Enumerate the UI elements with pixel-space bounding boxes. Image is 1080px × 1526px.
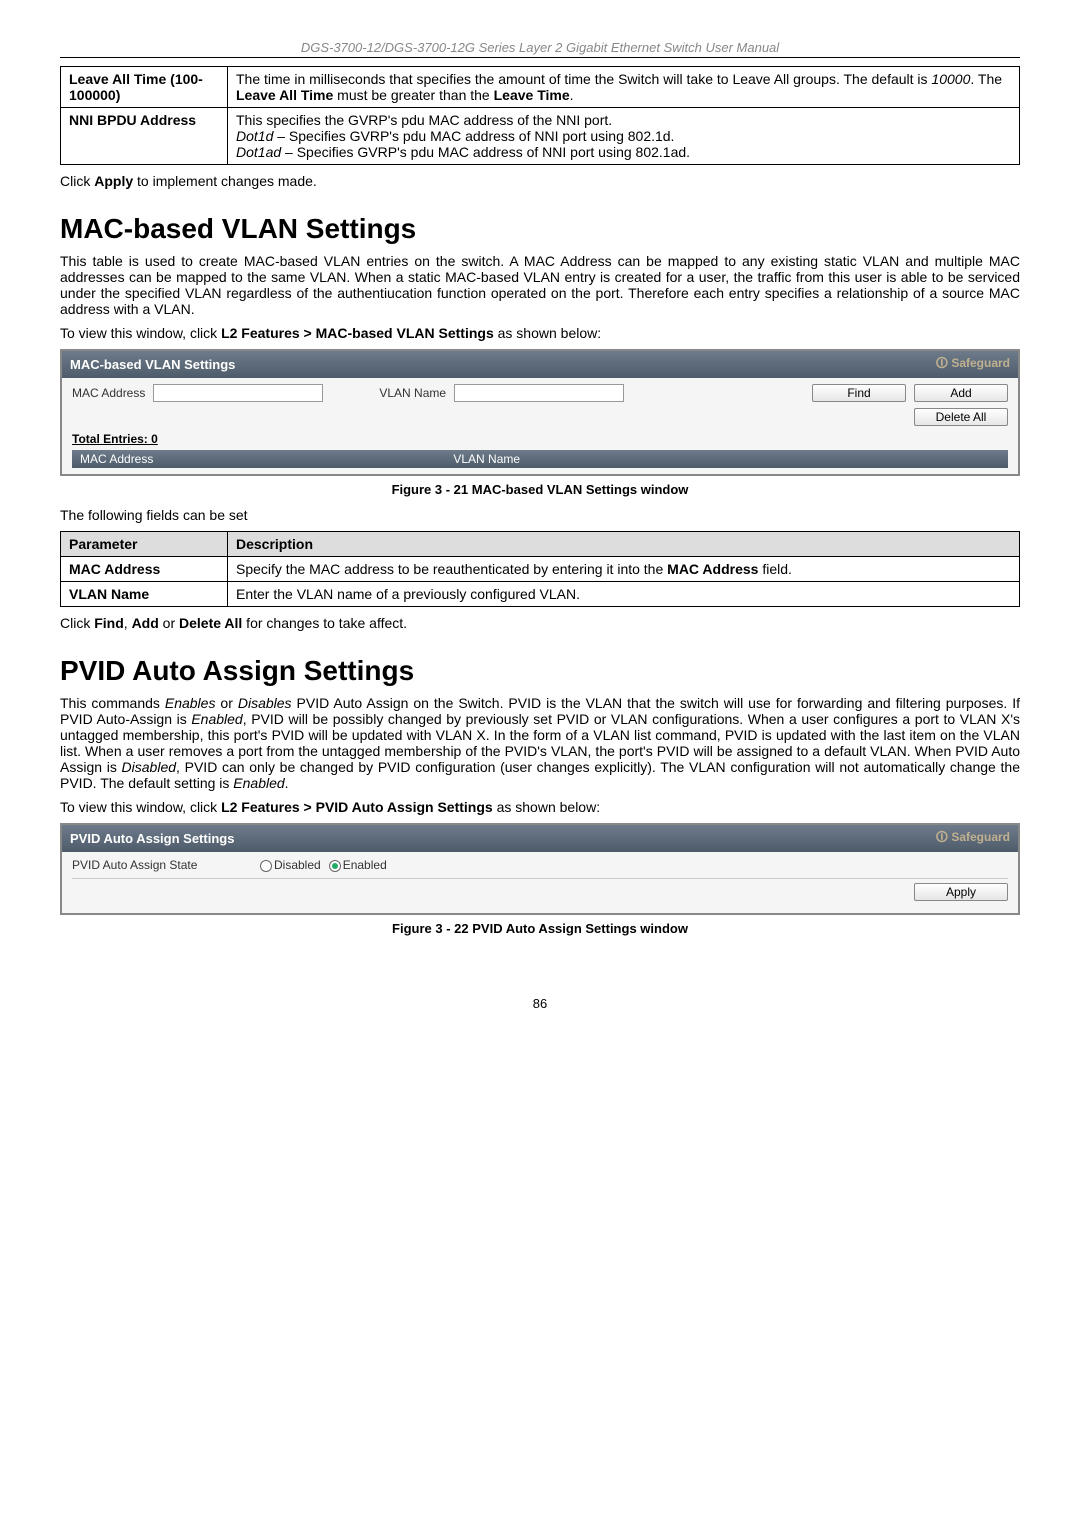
col-vlan-name: VLAN Name bbox=[453, 452, 520, 466]
pvid-state-label: PVID Auto Assign State bbox=[72, 858, 252, 872]
gvrp-param-table: Leave All Time (100-100000) The time in … bbox=[60, 66, 1020, 165]
doc-header: DGS-3700-12/DGS-3700-12G Series Layer 2 … bbox=[60, 40, 1020, 58]
divider bbox=[72, 878, 1008, 879]
mac-vlan-param-table: Parameter Description MAC Address Specif… bbox=[60, 531, 1020, 607]
total-entries: Total Entries: 0 bbox=[72, 432, 1008, 446]
radio-icon bbox=[260, 860, 272, 872]
param-name: MAC Address bbox=[61, 557, 228, 582]
section-title-pvid: PVID Auto Assign Settings bbox=[60, 655, 1020, 687]
apply-button[interactable]: Apply bbox=[914, 883, 1008, 901]
safeguard-badge: 🛈 Safeguard bbox=[936, 828, 1010, 849]
header-description: Description bbox=[228, 532, 1020, 557]
col-mac-address: MAC Address bbox=[80, 452, 153, 466]
click-find-add-note: Click Find, Add or Delete All for change… bbox=[60, 615, 1020, 631]
panel-title: MAC-based VLAN Settings bbox=[70, 357, 235, 372]
param-desc: The time in milliseconds that specifies … bbox=[228, 67, 1020, 108]
panel-titlebar: PVID Auto Assign Settings 🛈 Safeguard bbox=[62, 825, 1018, 852]
param-desc: This specifies the GVRP's pdu MAC addres… bbox=[228, 108, 1020, 165]
table-row: VLAN Name Enter the VLAN name of a previ… bbox=[61, 582, 1020, 607]
radio-disabled[interactable]: Disabled bbox=[260, 858, 321, 872]
param-name: NNI BPDU Address bbox=[61, 108, 228, 165]
header-parameter: Parameter bbox=[61, 532, 228, 557]
form-row: PVID Auto Assign State Disabled Enabled bbox=[72, 858, 1008, 872]
figure-caption-1: Figure 3 - 21 MAC-based VLAN Settings wi… bbox=[60, 482, 1020, 497]
form-row: MAC Address VLAN Name Find Add bbox=[72, 384, 1008, 402]
param-name: Leave All Time (100-100000) bbox=[61, 67, 228, 108]
section-title-mac-vlan: MAC-based VLAN Settings bbox=[60, 213, 1020, 245]
fields-intro: The following fields can be set bbox=[60, 507, 1020, 523]
form-row-apply: Apply bbox=[72, 883, 1008, 901]
section1-para: This table is used to create MAC-based V… bbox=[60, 253, 1020, 317]
vlan-name-input[interactable] bbox=[454, 384, 624, 402]
table-row: MAC Address Specify the MAC address to b… bbox=[61, 557, 1020, 582]
panel-titlebar: MAC-based VLAN Settings 🛈 Safeguard bbox=[62, 351, 1018, 378]
param-desc: Specify the MAC address to be reauthenti… bbox=[228, 557, 1020, 582]
results-header: MAC Address VLAN Name bbox=[72, 450, 1008, 468]
pvid-settings-panel: PVID Auto Assign Settings 🛈 Safeguard PV… bbox=[60, 823, 1020, 915]
panel-body: PVID Auto Assign State Disabled Enabled … bbox=[62, 852, 1018, 913]
section2-para: This commands Enables or Disables PVID A… bbox=[60, 695, 1020, 791]
radio-enabled[interactable]: Enabled bbox=[329, 858, 387, 872]
mac-address-label: MAC Address bbox=[72, 386, 145, 400]
mac-address-input[interactable] bbox=[153, 384, 323, 402]
safeguard-badge: 🛈 Safeguard bbox=[936, 354, 1010, 375]
panel-body: MAC Address VLAN Name Find Add Delete Al… bbox=[62, 378, 1018, 474]
section2-nav: To view this window, click L2 Features >… bbox=[60, 799, 1020, 815]
figure-caption-2: Figure 3 - 22 PVID Auto Assign Settings … bbox=[60, 921, 1020, 936]
param-desc: Enter the VLAN name of a previously conf… bbox=[228, 582, 1020, 607]
table-row: Leave All Time (100-100000) The time in … bbox=[61, 67, 1020, 108]
page-number: 86 bbox=[60, 996, 1020, 1011]
delete-all-button[interactable]: Delete All bbox=[914, 408, 1008, 426]
panel-title: PVID Auto Assign Settings bbox=[70, 831, 234, 846]
radio-icon bbox=[329, 860, 341, 872]
section1-nav: To view this window, click L2 Features >… bbox=[60, 325, 1020, 341]
click-apply-note: Click Apply to implement changes made. bbox=[60, 173, 1020, 189]
mac-vlan-settings-panel: MAC-based VLAN Settings 🛈 Safeguard MAC … bbox=[60, 349, 1020, 476]
param-name: VLAN Name bbox=[61, 582, 228, 607]
vlan-name-label: VLAN Name bbox=[379, 386, 446, 400]
add-button[interactable]: Add bbox=[914, 384, 1008, 402]
find-button[interactable]: Find bbox=[812, 384, 906, 402]
form-row-2: Delete All bbox=[72, 408, 1008, 426]
table-header-row: Parameter Description bbox=[61, 532, 1020, 557]
table-row: NNI BPDU Address This specifies the GVRP… bbox=[61, 108, 1020, 165]
